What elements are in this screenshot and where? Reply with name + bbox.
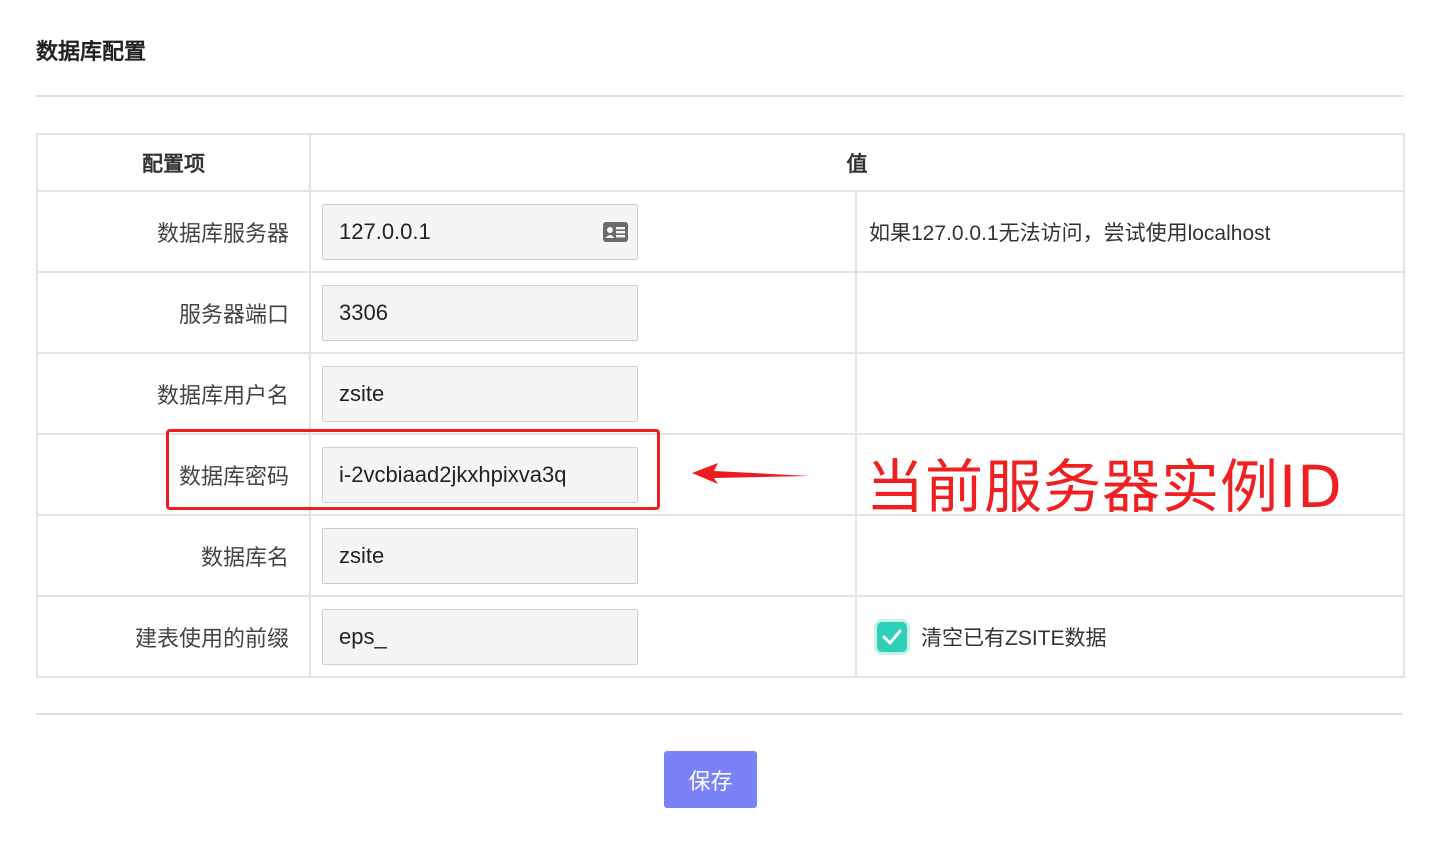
table-row: 数据库名 [36,514,1405,597]
db-server-label: 数据库服务器 [156,220,289,246]
save-button[interactable]: 保存 [664,751,757,808]
row-input-cell [309,514,857,597]
row-label: 数据库服务器 [36,190,311,273]
db-password-input[interactable] [323,447,637,502]
row-input-cell [309,433,857,516]
divider [36,713,1403,715]
table-prefix-field-box [322,608,638,665]
db-server-field-box [322,203,638,260]
row-label: 建表使用的前缀 [36,595,311,678]
clear-data-checkbox[interactable] [877,621,907,652]
db-password-field-box [322,446,638,503]
page-title: 数据库配置 [36,39,147,64]
table-row: 数据库服务器 如果127.0.0.1无法访问，尝试使用localhost [36,190,1405,273]
db-port-label: 服务器端口 [178,301,289,327]
db-name-label: 数据库名 [200,544,289,570]
row-input-cell [309,190,857,273]
config-table: 配置项 值 数据库服务器 如果127.0.0. [36,133,1405,678]
row-input-cell [309,595,857,678]
clear-data-label[interactable]: 清空已有ZSITE数据 [921,622,1107,652]
divider [36,95,1403,97]
db-user-input[interactable] [323,366,637,421]
table-prefix-input[interactable] [323,609,637,664]
table-prefix-label: 建表使用的前缀 [134,625,289,651]
db-port-input[interactable] [323,285,637,340]
row-note [855,271,1405,354]
row-note: 清空已有ZSITE数据 [855,595,1405,678]
db-name-input[interactable] [323,528,637,583]
annotation-label: 当前服务器实例ID [866,453,1343,521]
db-server-input[interactable] [323,204,637,259]
contact-card-icon[interactable] [602,221,629,243]
db-user-field-box [322,365,638,422]
clear-data-option[interactable]: 清空已有ZSITE数据 [869,621,1403,652]
db-server-note: 如果127.0.0.1无法访问，尝试使用localhost [855,190,1405,273]
row-label: 数据库名 [36,514,311,597]
row-label: 数据库用户名 [36,352,311,435]
row-note [855,352,1405,435]
table-row: 数据库用户名 [36,352,1405,435]
header-config-item: 配置项 [36,133,311,192]
db-user-label: 数据库用户名 [156,382,289,408]
checkmark-icon [882,629,902,644]
row-label: 服务器端口 [36,271,311,354]
table-row: 服务器端口 [36,271,1405,354]
row-note [855,514,1405,597]
db-name-field-box [322,527,638,584]
row-label: 数据库密码 [36,433,311,516]
header-value: 值 [309,133,1405,192]
table-header-row: 配置项 值 [36,133,1405,192]
row-input-cell [309,271,857,354]
db-port-field-box [322,284,638,341]
db-password-label: 数据库密码 [178,463,289,489]
row-input-cell [309,352,857,435]
table-row: 建表使用的前缀 清空已有ZSITE数据 [36,595,1405,678]
